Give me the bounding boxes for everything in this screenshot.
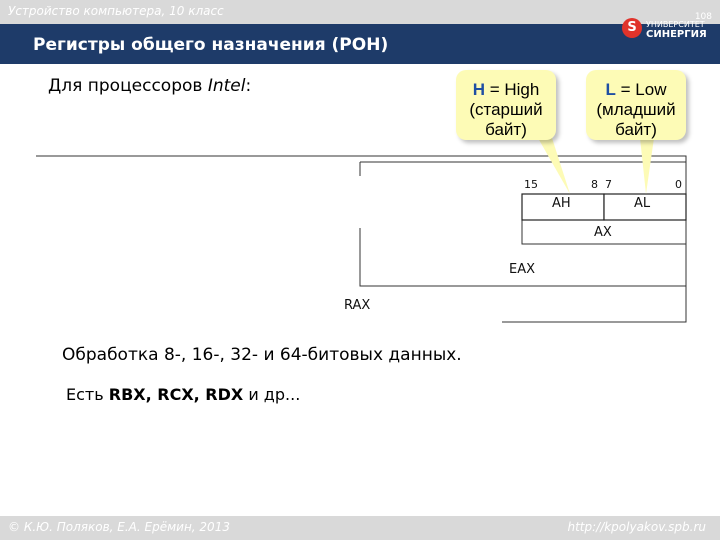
rax-label: RAX	[344, 298, 371, 313]
body-line-2-suffix: и др...	[243, 385, 301, 404]
footer-site-link[interactable]: http://kpolyakov.spb.ru	[567, 520, 706, 534]
bit-8-label: 8	[591, 178, 598, 191]
callout-low-byte: L = Low (младший байт)	[586, 70, 686, 140]
al-label: AL	[634, 196, 651, 211]
body-line-2-prefix: Есть	[66, 385, 109, 404]
eax-left-gap	[354, 176, 366, 228]
rax-left-gap	[30, 176, 42, 228]
callout-l-tail	[640, 138, 654, 194]
callout-high-byte: H = High (старший байт)	[456, 70, 556, 140]
bit-15-label: 15	[524, 178, 538, 191]
ah-label: AH	[552, 196, 571, 211]
callout-high-line3: байт)	[485, 120, 527, 139]
callout-low-line2: (младший	[596, 100, 676, 119]
callout-high-line2: (старший	[469, 100, 543, 119]
callout-low-line1: L = Low	[586, 80, 686, 100]
body-line-1: Обработка 8-, 16-, 32- и 64-битовых данн…	[62, 345, 462, 365]
callout-low-key: L	[605, 80, 616, 99]
bit-0-label: 0	[675, 178, 682, 191]
footer-copyright: © К.Ю. Поляков, Е.А. Ерёмин, 2013	[8, 520, 230, 534]
ax-label: AX	[594, 225, 612, 240]
callout-high-line1: H = High	[456, 80, 556, 100]
bit-7-label: 7	[605, 178, 612, 191]
callout-low-rest: = Low	[615, 80, 667, 99]
eax-label: EAX	[509, 262, 536, 277]
callout-low-line3: байт)	[615, 120, 657, 139]
body-line-2: Есть RBX, RCX, RDX и др...	[66, 385, 300, 404]
callout-h-tail	[538, 138, 570, 194]
callout-high-key: H	[472, 80, 485, 99]
body-line-2-registers: RBX, RCX, RDX	[108, 385, 244, 404]
callout-high-rest: = High	[484, 80, 540, 99]
